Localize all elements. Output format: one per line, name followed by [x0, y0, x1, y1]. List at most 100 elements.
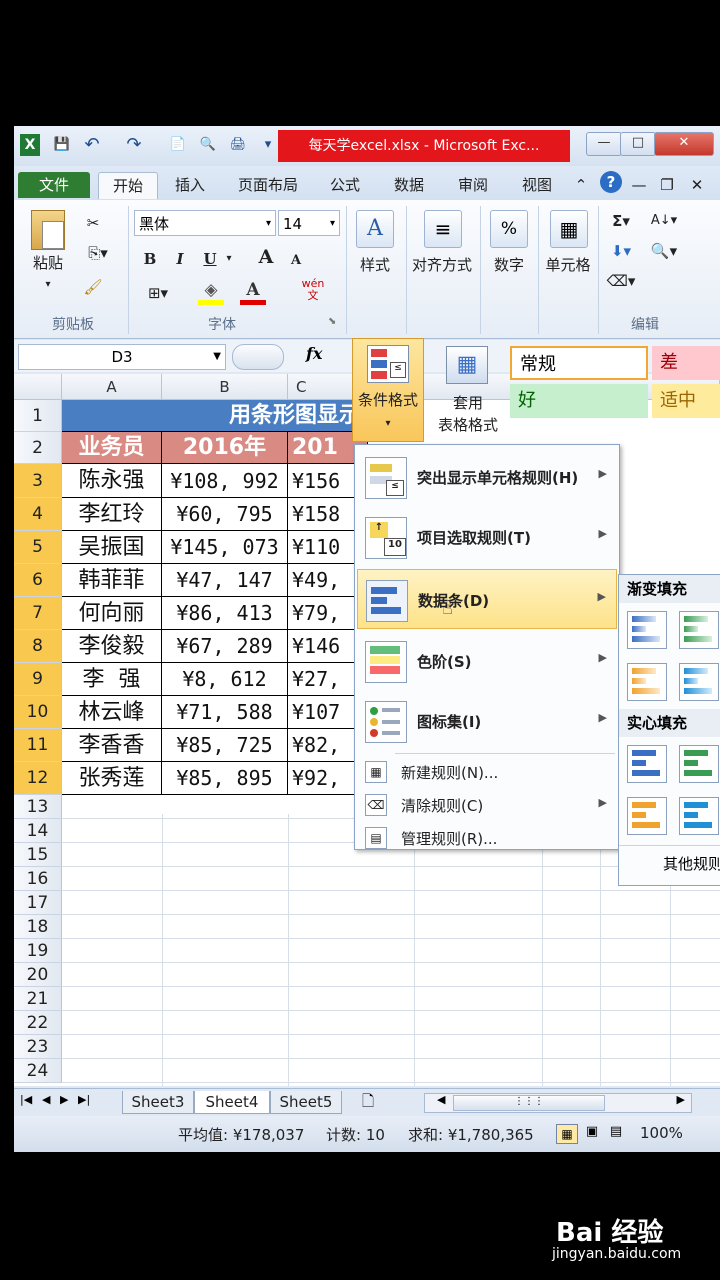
name-box[interactable]: D3 ▼ [18, 344, 226, 370]
databar-gradient-lightblue[interactable] [679, 663, 719, 701]
more-rules-item[interactable]: 其他规则 [663, 853, 720, 874]
sheet-title-cell[interactable]: 用条形图显示 [62, 400, 368, 432]
menu-icon-sets[interactable]: 图标集(I) ▶ [357, 691, 617, 751]
row-header-8[interactable]: 8 [14, 630, 62, 663]
page-break-view-icon[interactable]: ▤ [606, 1124, 626, 1142]
table-cell[interactable]: ¥67, 289 [162, 630, 288, 663]
row-header-3[interactable]: 3 [14, 464, 62, 498]
tab-data[interactable]: 数据 [384, 172, 434, 198]
cut-icon[interactable]: ✂ [80, 212, 106, 234]
paste-button[interactable]: 粘贴 ▾ [28, 208, 68, 300]
sort-filter-icon[interactable]: A↓▾ [646, 210, 682, 232]
phonetic-guide-icon[interactable]: wén 文 [298, 278, 328, 302]
row-header-12[interactable]: 12 [14, 762, 62, 795]
minimize-button[interactable]: — [586, 132, 622, 156]
alignment-button[interactable]: 对齐方式 [406, 254, 478, 276]
bold-button[interactable]: B [138, 248, 162, 270]
table-cell[interactable]: ¥8, 612 [162, 663, 288, 696]
table-cell[interactable]: ¥145, 073 [162, 531, 288, 564]
cells-button[interactable]: 单元格 [540, 254, 596, 276]
sheet-nav-last-icon[interactable]: ▶| [78, 1093, 90, 1106]
databar-gradient-blue[interactable] [627, 611, 667, 649]
databar-gradient-green[interactable] [679, 611, 719, 649]
row-header-13[interactable]: 13 [14, 795, 62, 819]
table-cell[interactable]: ¥86, 413 [162, 597, 288, 630]
ribbon-collapse-icon[interactable]: ⌃ [570, 172, 592, 198]
row-header-9[interactable]: 9 [14, 663, 62, 696]
row-header-21[interactable]: 21 [14, 987, 62, 1011]
clear-icon[interactable]: ⌫▾ [606, 270, 636, 292]
tab-view[interactable]: 视图 [512, 172, 562, 198]
cell-style-good[interactable]: 好 [510, 384, 648, 418]
row-header-14[interactable]: 14 [14, 819, 62, 843]
row-header-10[interactable]: 10 [14, 696, 62, 729]
font-color-icon[interactable]: A [240, 280, 266, 306]
tab-home[interactable]: 开始 [98, 172, 158, 199]
alignment-icon[interactable]: ≡ [424, 210, 462, 248]
row-header-16[interactable]: 16 [14, 867, 62, 891]
table-cell[interactable]: 吴振国 [62, 531, 162, 564]
doc-minimize-icon[interactable]: — [628, 172, 650, 198]
number-button[interactable]: 数字 [484, 254, 534, 276]
table-cell[interactable]: 李俊毅 [62, 630, 162, 663]
insert-sheet-icon[interactable]: 🗋 [362, 1091, 374, 1116]
font-dialog-launcher-icon[interactable]: ⬊ [328, 316, 336, 327]
grow-font-button[interactable]: A [254, 246, 278, 268]
redo-icon[interactable]: ↷ [124, 135, 144, 155]
databar-solid-green[interactable] [679, 745, 719, 783]
databar-solid-blue[interactable] [627, 745, 667, 783]
cell-style-normal[interactable]: 常规 [510, 346, 648, 380]
databar-gradient-orange[interactable] [627, 663, 667, 701]
tab-insert[interactable]: 插入 [164, 172, 216, 198]
sheet-nav-first-icon[interactable]: |◀ [20, 1093, 32, 1106]
fill-color-icon[interactable]: ◈ [198, 280, 224, 306]
table-cell[interactable]: 李 强 [62, 663, 162, 696]
find-select-icon[interactable]: 🔍▾ [646, 240, 682, 262]
tab-review[interactable]: 审阅 [448, 172, 498, 198]
row-header-19[interactable]: 19 [14, 939, 62, 963]
undo-icon[interactable]: ↶ [82, 135, 102, 155]
sheet-nav-prev-icon[interactable]: ◀ [42, 1093, 50, 1106]
font-name-select[interactable]: 黑体 ▾ [134, 210, 276, 236]
font-size-select[interactable]: 14 ▾ [278, 210, 340, 236]
italic-button[interactable]: I [168, 248, 192, 270]
table-cell[interactable]: ¥108, 992 [162, 464, 288, 498]
autosum-icon[interactable]: Σ▾ [606, 210, 636, 232]
row-header-4[interactable]: 4 [14, 498, 62, 531]
format-as-table-button[interactable]: ▦ 套用 表格格式 [426, 340, 510, 440]
menu-highlight-cells-rules[interactable]: ≤ 突出显示单元格规则(H) ▶ [357, 447, 617, 507]
doc-restore-icon[interactable]: ❐ [656, 172, 678, 198]
copy-icon[interactable]: ⎘▾ [80, 242, 116, 264]
row-header-6[interactable]: 6 [14, 564, 62, 597]
tab-page-layout[interactable]: 页面布局 [228, 172, 308, 198]
fill-icon[interactable]: ⬇▾ [606, 240, 636, 262]
table-cell[interactable]: ¥60, 795 [162, 498, 288, 531]
close-button[interactable]: ✕ [654, 132, 714, 156]
row-header-2[interactable]: 2 [14, 432, 62, 464]
insert-function-icon[interactable]: fx [306, 344, 322, 363]
menu-data-bars[interactable]: 数据条(D) ▶ ☝ [357, 569, 617, 629]
header-cell[interactable]: 业务员 [62, 432, 162, 464]
cell-style-neutral[interactable]: 适中 [652, 384, 720, 418]
table-cell[interactable]: 张秀莲 [62, 762, 162, 795]
maximize-button[interactable]: □ [620, 132, 656, 156]
databar-solid-lightblue[interactable] [679, 797, 719, 835]
column-header-a[interactable]: A [62, 374, 162, 400]
menu-color-scales[interactable]: 色阶(S) ▶ [357, 631, 617, 691]
border-icon[interactable]: ⊞▾ [138, 282, 178, 304]
print-icon[interactable]: 🖨 [228, 135, 248, 155]
sheet-tab-sheet3[interactable]: Sheet3 [122, 1091, 194, 1114]
save-icon[interactable]: 💾 [52, 135, 72, 155]
menu-new-rule[interactable]: ▦ 新建规则(N)... [357, 755, 617, 788]
row-header-24[interactable]: 24 [14, 1059, 62, 1083]
excel-app-icon[interactable]: X [20, 134, 40, 156]
horizontal-scrollbar[interactable]: ◀ ⋮⋮⋮ ▶ [424, 1093, 692, 1113]
row-header-20[interactable]: 20 [14, 963, 62, 987]
row-header-15[interactable]: 15 [14, 843, 62, 867]
row-header-23[interactable]: 23 [14, 1035, 62, 1059]
table-cell[interactable]: ¥47, 147 [162, 564, 288, 597]
table-cell[interactable]: ¥85, 895 [162, 762, 288, 795]
row-header-7[interactable]: 7 [14, 597, 62, 630]
styles-button[interactable]: 样式 [350, 254, 400, 276]
underline-button[interactable]: U [198, 248, 222, 270]
